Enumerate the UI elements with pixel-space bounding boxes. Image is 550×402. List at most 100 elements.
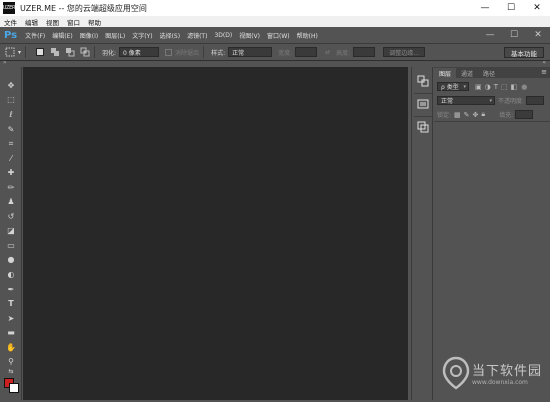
panel-dock [411,67,433,400]
lock-position-icon[interactable]: ✥ [473,111,479,119]
menu-select[interactable]: 选择(S) [160,31,181,40]
workspace-switcher-button[interactable]: 基本功能 [504,47,544,58]
healing-brush-tool-icon[interactable]: ✚ [4,166,18,179]
type-tool-icon[interactable]: T [4,297,18,310]
width-input[interactable] [295,47,318,57]
eyedropper-tool-icon[interactable]: ⁄ [4,152,18,165]
gradient-tool-icon[interactable]: ▭ [4,239,18,252]
expand-toolbar-icon[interactable]: » [3,59,7,66]
lock-transparent-icon[interactable]: ▦ [454,111,461,119]
divider [203,46,205,58]
hand-tool-icon[interactable]: ✋ [4,341,18,354]
brush-tool-icon[interactable]: ✏ [4,181,18,194]
opacity-input[interactable] [526,96,545,105]
crop-tool-icon[interactable]: ⌗ [4,137,18,150]
divider [414,93,432,94]
filter-toggle-icon[interactable]: ● [521,83,527,91]
panel-menu-icon[interactable]: ≡ [541,68,547,76]
dodge-tool-icon[interactable]: ◐ [4,268,18,281]
move-tool-icon[interactable]: ✥ [4,79,18,92]
window-menu-edit[interactable]: 编辑 [25,17,38,27]
tools-panel: ✥ ⬚ ℓ ✎ ⌗ ⁄ ✚ ✏ ♟ ↺ ◪ ▭ ● ◐ ✒ T ➤ ▬ ✋ ⚲ … [0,67,22,400]
lock-fill-row: 锁定: ▦ ✎ ✥ 🔒︎ 填充: [434,108,550,121]
menu-type[interactable]: 文字(Y) [132,31,152,40]
fill-input[interactable] [515,110,534,119]
history-brush-tool-icon[interactable]: ↺ [4,210,18,223]
pen-tool-icon[interactable]: ✒ [4,283,18,296]
background-color-swatch[interactable] [9,383,19,393]
divider [414,116,432,117]
ps-close-button[interactable]: ✕ [526,27,550,43]
window-menu-file[interactable]: 文件 [4,17,17,27]
menu-3d[interactable]: 3D(D) [214,32,232,39]
layer-filter-row: ρ 类型 ▾ ▣ ◑ T ⬚ ◧ ● [434,80,550,93]
window-menu-help[interactable]: 帮助 [88,17,101,27]
divider [25,46,27,58]
properties-icon[interactable] [415,96,431,112]
filter-type-icon[interactable]: T [494,83,498,91]
subtract-selection-icon[interactable] [64,47,75,58]
window-controls: — ☐ ✕ [472,0,550,16]
menu-file[interactable]: 文件(F) [25,31,45,40]
tool-preset-chevron-icon[interactable]: ▾ [18,49,21,56]
feather-input[interactable]: 0 像素 [119,47,160,57]
watermark-url: www.downxia.com [472,379,528,386]
tab-channels[interactable]: 通道 [456,68,478,78]
clone-stamp-tool-icon[interactable]: ♟ [4,195,18,208]
ps-maximize-button[interactable]: ☐ [502,27,526,43]
swap-colors-icon[interactable]: ⇆ [4,367,18,376]
path-select-tool-icon[interactable]: ➤ [4,312,18,325]
lock-all-icon[interactable]: 🔒︎ [481,110,485,119]
filter-adjustment-icon[interactable]: ◑ [485,83,491,91]
height-label: 高度: [336,49,351,57]
refine-edge-button[interactable]: 调整边缘... [383,47,425,57]
style-select[interactable]: 正常 [228,47,273,57]
uzer-logo-icon: UZER [3,2,16,14]
window-menu-view[interactable]: 视图 [46,17,59,27]
tool-preset-icon[interactable] [4,47,15,58]
close-button[interactable]: ✕ [524,0,550,16]
ps-window-controls: — ☐ ✕ [478,27,550,43]
window-menu-window[interactable]: 窗口 [67,17,80,27]
menu-filter[interactable]: 滤镜(T) [187,31,207,40]
ps-minimize-button[interactable]: — [478,27,502,43]
menu-edit[interactable]: 编辑(E) [52,31,72,40]
blend-mode-select[interactable]: 正常 ▾ [437,96,495,105]
document-canvas-area[interactable] [23,67,408,400]
quick-select-tool-icon[interactable]: ✎ [4,123,18,136]
history-icon[interactable] [415,73,431,89]
layer-kind-filter-select[interactable]: ρ 类型 ▾ [437,82,469,91]
minimize-button[interactable]: — [472,0,498,16]
maximize-button[interactable]: ☐ [498,0,524,16]
blend-opacity-row: 正常 ▾ 不透明度: [434,94,550,107]
watermark-logo-icon [442,356,470,390]
swap-icon[interactable]: ⇄ [325,49,330,56]
window-menu-bar: 文件 编辑 视图 窗口 帮助 [0,16,550,27]
photoshop-menu-bar: Ps 文件(F) 编辑(E) 图像(I) 图层(L) 文字(Y) 选择(S) 滤… [0,27,550,44]
menu-image[interactable]: 图像(I) [80,31,98,40]
add-selection-icon[interactable] [49,47,60,58]
antialias-checkbox[interactable] [165,48,173,56]
eraser-tool-icon[interactable]: ◪ [4,224,18,237]
filter-pixel-icon[interactable]: ▣ [475,83,482,91]
filter-shape-icon[interactable]: ⬚ [501,83,508,91]
tool-options-bar: ▾ 羽化: 0 像素 消除锯齿 样式: 正常 宽度: ⇄ 高度: 调整边缘...… [0,44,550,61]
tab-paths[interactable]: 路径 [478,68,500,78]
height-input[interactable] [353,47,376,57]
rectangle-tool-icon[interactable]: ▬ [4,326,18,339]
menu-window[interactable]: 窗口(W) [267,31,290,40]
collapse-panels-icon[interactable]: « [542,59,546,66]
window-title: UZER.ME -- 您的云端超级应用空间 [20,3,147,13]
intersect-selection-icon[interactable] [79,47,90,58]
menu-layer[interactable]: 图层(L) [105,31,125,40]
lasso-tool-icon[interactable]: ℓ [4,108,18,121]
menu-view[interactable]: 视图(V) [239,31,260,40]
marquee-tool-icon[interactable]: ⬚ [4,93,18,106]
menu-help[interactable]: 帮助(H) [297,31,318,40]
tab-layers[interactable]: 图层 [434,68,457,78]
filter-smart-object-icon[interactable]: ◧ [511,83,518,91]
blur-tool-icon[interactable]: ● [4,253,18,266]
new-selection-icon[interactable] [34,47,45,58]
lock-pixels-icon[interactable]: ✎ [464,111,470,119]
adjustments-icon[interactable] [415,119,431,135]
